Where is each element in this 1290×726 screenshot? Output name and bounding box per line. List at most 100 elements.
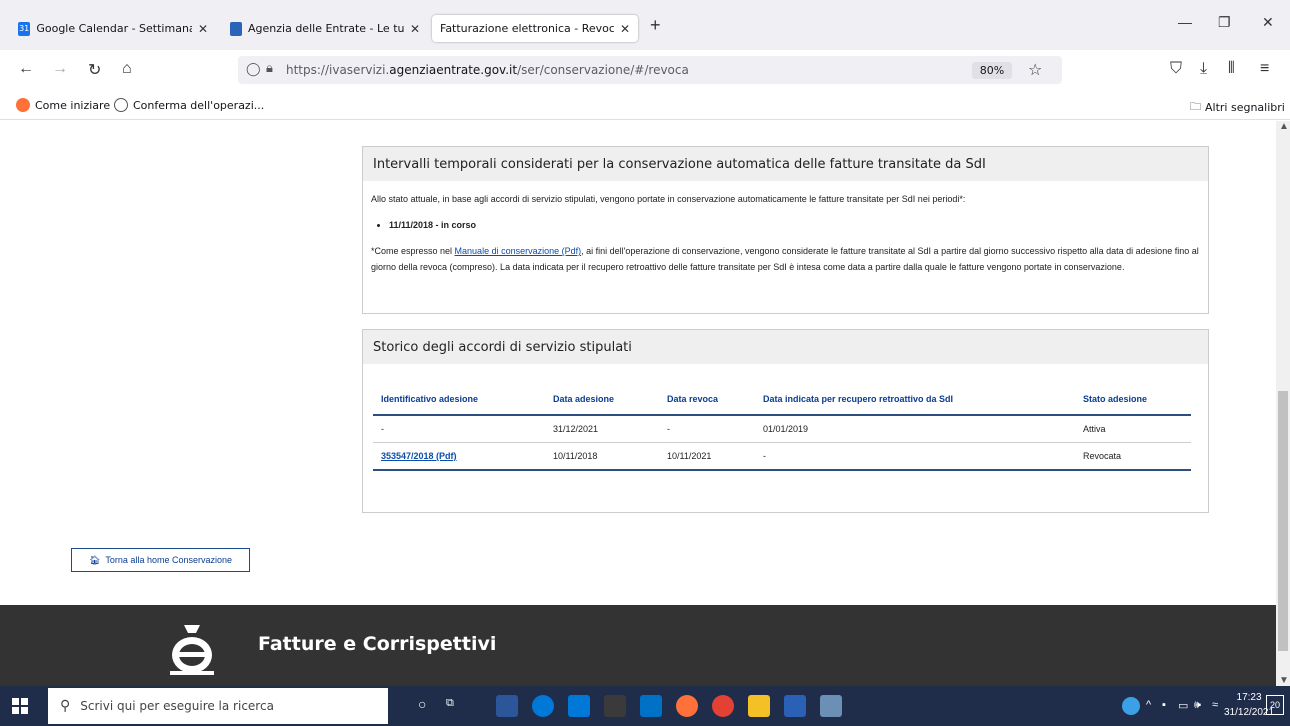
- home-conservazione-button[interactable]: 🏠︎ Torna alla home Conservazione: [71, 548, 250, 572]
- wifi-icon[interactable]: ≈: [1212, 699, 1218, 711]
- scroll-thumb[interactable]: [1278, 391, 1288, 651]
- agenzia-logo-icon: [170, 625, 214, 675]
- note-text: *Come espresso nel Manuale di conservazi…: [371, 243, 1200, 275]
- cell: -: [659, 415, 755, 443]
- back-icon[interactable]: ←: [18, 60, 34, 78]
- scroll-down-icon[interactable]: ▼: [1279, 675, 1289, 686]
- menu-icon[interactable]: ≡: [1260, 60, 1269, 78]
- word-icon[interactable]: [496, 695, 518, 717]
- battery-icon[interactable]: ▭: [1178, 699, 1188, 712]
- cell: 01/01/2019: [755, 415, 1075, 443]
- help-icon[interactable]: [1122, 697, 1140, 715]
- firefox-icon: [16, 98, 30, 112]
- table-header-row: Identificativo adesione Data adesione Da…: [373, 388, 1191, 416]
- bookmark-star-icon[interactable]: ☆: [1028, 60, 1042, 79]
- lock-icon[interactable]: 🔒︎: [266, 61, 273, 76]
- outlook-icon[interactable]: [640, 695, 662, 717]
- period-item: 11/11/2018 - in corso: [389, 217, 1200, 233]
- address-bar[interactable]: ◯ 🔒︎ https://ivaservizi.agenziaentrate.g…: [238, 56, 1062, 84]
- url-text: https://ivaservizi.agenziaentrate.gov.it…: [286, 63, 689, 77]
- browser-window: 31 Google Calendar - Settimana de ✕ Agen…: [0, 0, 1290, 726]
- footer: Fatture e Corrispettivi: [0, 605, 1276, 686]
- intro-text: Allo stato attuale, in base agli accordi…: [371, 194, 966, 204]
- minimize-icon[interactable]: —: [1178, 14, 1192, 30]
- bookmark-conferma[interactable]: Conferma dell'operazi...: [114, 98, 264, 112]
- notifications-icon[interactable]: 20: [1266, 695, 1284, 715]
- shield-icon[interactable]: ◯: [246, 62, 261, 77]
- folder-icon: 🗀: [1190, 100, 1201, 113]
- note-pre: *Come espresso nel: [371, 246, 455, 256]
- chevron-up-icon[interactable]: ^: [1146, 699, 1151, 711]
- windows-start-icon[interactable]: [12, 698, 28, 714]
- bookmarks-bar: Come iniziare Conferma dell'operazi... 🗀…: [0, 90, 1290, 120]
- adesione-pdf-link[interactable]: 353547/2018 (Pdf): [381, 451, 457, 461]
- cortana-icon[interactable]: ○: [418, 696, 426, 712]
- mail-icon[interactable]: [568, 695, 590, 717]
- new-tab-icon[interactable]: +: [650, 15, 661, 36]
- navigation-bar: ← → ↻ ⌂ ◯ 🔒︎ https://ivaservizi.agenziae…: [0, 50, 1290, 90]
- panel-body: Allo stato attuale, in base agli accordi…: [363, 181, 1208, 285]
- panel-storico: Storico degli accordi di servizio stipul…: [362, 329, 1209, 513]
- task-view-icon[interactable]: ⧉: [446, 697, 454, 710]
- tab-title: Agenzia delle Entrate - Le tue fat: [248, 22, 404, 35]
- manuale-link[interactable]: Manuale di conservazione (Pdf): [455, 246, 582, 256]
- cell: -: [373, 415, 545, 443]
- taskbar-search-input[interactable]: ⚲ Scrivi qui per eseguire la ricerca: [48, 688, 388, 724]
- forward-icon[interactable]: →: [52, 60, 68, 78]
- firefox-taskbar-icon[interactable]: [676, 695, 698, 717]
- security-icon[interactable]: [784, 695, 806, 717]
- cell-id: 353547/2018 (Pdf): [373, 442, 545, 471]
- tab-agenzia-entrate[interactable]: Agenzia delle Entrate - Le tue fat ✕: [222, 15, 428, 42]
- calendar-icon: 31: [18, 21, 31, 36]
- bookmark-label: Altri segnalibri: [1205, 101, 1285, 114]
- bookmark-label: Conferma dell'operazi...: [133, 98, 265, 112]
- scroll-up-icon[interactable]: ▲: [1279, 121, 1289, 132]
- page-scrollbar[interactable]: ▲ ▼: [1276, 121, 1290, 686]
- pocket-icon[interactable]: ⛉: [1170, 60, 1182, 78]
- tab-bar: 31 Google Calendar - Settimana de ✕ Agen…: [0, 0, 1290, 50]
- close-tab-icon[interactable]: ✕: [620, 22, 630, 36]
- store-icon[interactable]: [604, 695, 626, 717]
- cell: 10/11/2018: [545, 442, 659, 471]
- col-data-revoca: Data revoca: [659, 388, 755, 416]
- close-tab-icon[interactable]: ✕: [410, 22, 420, 36]
- reload-icon[interactable]: ↻: [88, 60, 101, 80]
- panel-title: Storico degli accordi di servizio stipul…: [363, 330, 1208, 364]
- cell: -: [755, 442, 1075, 471]
- library-icon[interactable]: ⫴: [1228, 60, 1235, 78]
- download-icon[interactable]: ⤓: [1200, 60, 1207, 78]
- zoom-level[interactable]: 80%: [972, 62, 1012, 79]
- cell: 31/12/2021: [545, 415, 659, 443]
- tab-google-calendar[interactable]: 31 Google Calendar - Settimana de ✕: [10, 15, 216, 42]
- panel-intervalli: Intervalli temporali considerati per la …: [362, 146, 1209, 314]
- table-row: 353547/2018 (Pdf) 10/11/2018 10/11/2021 …: [373, 442, 1191, 471]
- network-app-icon[interactable]: [820, 695, 842, 717]
- windows-taskbar: ⚲ Scrivi qui per eseguire la ricerca ○ ⧉…: [0, 686, 1290, 726]
- tab-fatturazione-revoca[interactable]: Fatturazione elettronica - Revoca ✕: [432, 15, 638, 42]
- tab-title: Google Calendar - Settimana de: [36, 22, 192, 35]
- chrome-icon[interactable]: [712, 695, 734, 717]
- tab-title: Fatturazione elettronica - Revoca: [440, 22, 614, 35]
- search-placeholder: Scrivi qui per eseguire la ricerca: [80, 699, 274, 713]
- table-row: - 31/12/2021 - 01/01/2019 Attiva: [373, 415, 1191, 443]
- bookmark-altri[interactable]: 🗀 Altri segnalibri: [1190, 98, 1285, 117]
- tray-app-icon[interactable]: ▪: [1162, 699, 1166, 711]
- globe-icon: [114, 98, 128, 112]
- search-icon: ⚲: [60, 698, 71, 714]
- period-list: 11/11/2018 - in corso: [389, 217, 1200, 233]
- home-icon[interactable]: ⌂: [122, 60, 132, 78]
- close-tab-icon[interactable]: ✕: [198, 22, 208, 36]
- file-explorer-icon[interactable]: [748, 695, 770, 717]
- bookmark-come-iniziare[interactable]: Come iniziare: [16, 98, 110, 112]
- restore-icon[interactable]: ❐: [1218, 14, 1231, 31]
- edge-icon[interactable]: [532, 695, 554, 717]
- volume-icon[interactable]: 🕪︎: [1194, 699, 1201, 712]
- col-data-recupero: Data indicata per recupero retroattivo d…: [755, 388, 1075, 416]
- agenzia-icon: [230, 21, 243, 36]
- close-window-icon[interactable]: ✕: [1262, 14, 1274, 31]
- cell: 10/11/2021: [659, 442, 755, 471]
- cell: Attiva: [1075, 415, 1191, 443]
- page-content: Intervalli temporali considerati per la …: [0, 121, 1276, 686]
- col-identificativo: Identificativo adesione: [373, 388, 545, 416]
- col-stato: Stato adesione: [1075, 388, 1191, 416]
